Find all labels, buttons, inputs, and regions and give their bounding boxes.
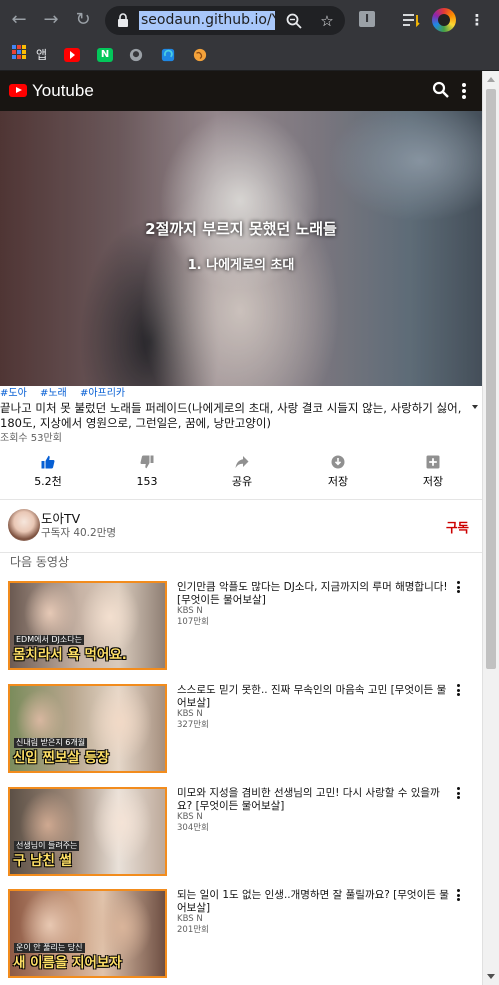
rec-channel: KBS N (177, 812, 203, 822)
share-button[interactable]: 공유 (212, 451, 272, 497)
share-label: 공유 (231, 475, 253, 488)
scroll-down-arrow-icon[interactable] (487, 974, 495, 979)
tag-link[interactable]: #아프리카 (80, 388, 125, 399)
star-icon[interactable]: ☆ (318, 12, 336, 30)
rec-views: 327만회 (177, 720, 209, 730)
rec-title[interactable]: 스스로도 믿기 못한.. 진짜 무속인의 마음속 고민 [무엇이든 물어보살] (177, 684, 449, 710)
more-options-icon[interactable] (456, 889, 462, 903)
subscribe-button[interactable]: 구독 (446, 520, 469, 535)
list-item[interactable]: 운이 안 풀리는 당신 새 이름을 지어보자 되는 일이 1도 없는 인생..개… (0, 889, 482, 981)
edge-bookmark-icon[interactable] (160, 48, 176, 62)
thumbnail-caption-small: 선생님이 들려주는 (14, 841, 80, 851)
rec-channel: KBS N (177, 606, 203, 616)
youtube-bookmark-icon[interactable] (64, 48, 80, 62)
app-header: Youtube (0, 71, 482, 111)
list-item[interactable]: EDM에서 DJ소다는 몸치라서 욕 먹어요. 인기만큼 악플도 많다는 DJ소… (0, 581, 482, 673)
share-icon (235, 456, 249, 468)
apps-label[interactable]: 앱 (36, 45, 47, 65)
list-item[interactable]: 신내림 받은지 6개월 신입 찐보살 등장 스스로도 믿기 못한.. 진짜 무속… (0, 684, 482, 776)
page-content: Youtube 2절까지 부르지 못했던 노래들 1. 나에게로의 초대 #도아… (0, 71, 482, 985)
search-icon[interactable] (432, 81, 450, 99)
tag-link[interactable]: #노래 (40, 388, 67, 399)
divider (0, 552, 482, 553)
like-count: 5.2천 (34, 475, 62, 488)
more-options-icon[interactable] (456, 684, 462, 698)
video-thumbnail[interactable]: 운이 안 풀리는 당신 새 이름을 지어보자 (8, 889, 167, 978)
naver-bookmark-icon[interactable]: N (97, 48, 113, 62)
video-thumbnail[interactable]: 선생님이 들려주는 구 남친 썰 (8, 787, 167, 876)
save-label: 저장 (327, 475, 349, 488)
save-button[interactable]: 저장 (308, 451, 368, 497)
more-options-icon[interactable] (456, 787, 462, 801)
profile-avatar-icon[interactable] (432, 8, 456, 32)
app-title[interactable]: Youtube (32, 80, 94, 102)
github-bookmark-icon[interactable] (128, 48, 144, 62)
globe-bookmark-icon[interactable] (192, 48, 208, 62)
rec-channel: KBS N (177, 709, 203, 719)
divider (0, 499, 482, 500)
more-options-icon[interactable] (456, 581, 462, 595)
thumbs-down-icon (140, 455, 154, 469)
address-bar[interactable]: seodaun.github.io/Yo ☆ (105, 6, 345, 35)
thumbnail-caption-small: 신내림 받은지 6개월 (14, 738, 88, 748)
thumbnail-caption-small: EDM에서 DJ소다는 (14, 635, 84, 645)
up-next-heading: 다음 동영상 (10, 555, 70, 569)
channel-avatar[interactable] (8, 509, 40, 541)
video-caption-2: 1. 나에게로의 초대 (187, 258, 295, 273)
back-arrow-icon[interactable]: ← (9, 10, 29, 30)
thumbnail-caption-big: 몸치라서 욕 먹어요. (13, 647, 127, 663)
channel-row: 도아TV 구독자 40.2만명 구독 (0, 505, 482, 551)
action-bar: 5.2천 153 공유 저장 저장 (0, 451, 482, 497)
reload-icon[interactable]: ↻ (73, 10, 93, 30)
list-item[interactable]: 선생님이 들려주는 구 남친 썰 미모와 지성을 겸비한 선생님의 고민! 다시… (0, 787, 482, 879)
video-player[interactable]: 2절까지 부르지 못했던 노래들 1. 나에게로의 초대 (0, 111, 482, 386)
page-scrollbar[interactable] (482, 71, 499, 985)
save-label-2: 저장 (422, 475, 444, 488)
rec-channel: KBS N (177, 914, 203, 924)
tag-link[interactable]: #도아 (0, 388, 27, 399)
rec-views: 304만회 (177, 823, 209, 833)
video-thumbnail[interactable]: EDM에서 DJ소다는 몸치라서 욕 먹어요. (8, 581, 167, 670)
video-views: 조회수 53만회 (0, 433, 62, 444)
url-text[interactable]: seodaun.github.io/Yo (139, 11, 275, 30)
scroll-up-arrow-icon[interactable] (487, 77, 495, 82)
zoom-icon[interactable] (285, 12, 303, 30)
dislike-count: 153 (136, 475, 158, 488)
download-circle-icon (331, 455, 345, 469)
forward-arrow-icon[interactable]: → (41, 10, 61, 30)
bookmarks-bar: 앱 N (0, 40, 499, 71)
channel-subscribers: 구독자 40.2만명 (41, 527, 117, 539)
video-tags: #도아 #노래 #아프리카 (0, 387, 135, 401)
browser-toolbar: ← → ↻ seodaun.github.io/Yo ☆ I ⋮ (0, 0, 499, 40)
dislike-button[interactable]: 153 (117, 451, 177, 497)
channel-name[interactable]: 도아TV (41, 511, 80, 526)
reading-list-icon[interactable] (400, 9, 422, 31)
kebab-menu-icon[interactable]: ⋮ (466, 9, 488, 31)
scroll-thumb[interactable] (486, 89, 496, 669)
rec-title[interactable]: 인기만큼 악플도 많다는 DJ소다, 지금까지의 루머 해명합니다! [무엇이든… (177, 581, 449, 607)
youtube-logo-icon[interactable] (9, 84, 27, 97)
rec-title[interactable]: 되는 일이 1도 없는 인생..개명하면 잘 풀릴까요? [무엇이든 물어보살] (177, 889, 449, 915)
add-to-playlist-button[interactable]: 저장 (403, 451, 463, 497)
expand-chevron-icon[interactable] (472, 405, 478, 409)
video-caption-1: 2절까지 부르지 못했던 노래들 (145, 220, 337, 238)
thumbnail-caption-small: 운이 안 풀리는 당신 (14, 943, 85, 953)
extension-icon[interactable]: I (359, 11, 375, 27)
video-frame (0, 111, 482, 386)
thumbs-up-icon (41, 455, 55, 469)
plus-box-icon (426, 455, 440, 469)
like-button[interactable]: 5.2천 (18, 451, 78, 497)
header-more-icon[interactable] (461, 82, 467, 100)
lock-icon (118, 13, 128, 27)
rec-views: 107만회 (177, 617, 209, 627)
rec-views: 201만회 (177, 925, 209, 935)
apps-grid-icon[interactable] (12, 45, 26, 59)
video-title: 끝나고 미처 못 불렀던 노래들 퍼레이드(나에게로의 초대, 사랑 결코 시들… (0, 401, 462, 430)
thumbnail-caption-big: 신입 찐보살 등장 (13, 750, 110, 766)
thumbnail-caption-big: 구 남친 썰 (13, 853, 73, 869)
thumbnail-caption-big: 새 이름을 지어보자 (13, 955, 122, 971)
video-thumbnail[interactable]: 신내림 받은지 6개월 신입 찐보살 등장 (8, 684, 167, 773)
rec-title[interactable]: 미모와 지성을 겸비한 선생님의 고민! 다시 사랑할 수 있을까요? [무엇이… (177, 787, 449, 813)
